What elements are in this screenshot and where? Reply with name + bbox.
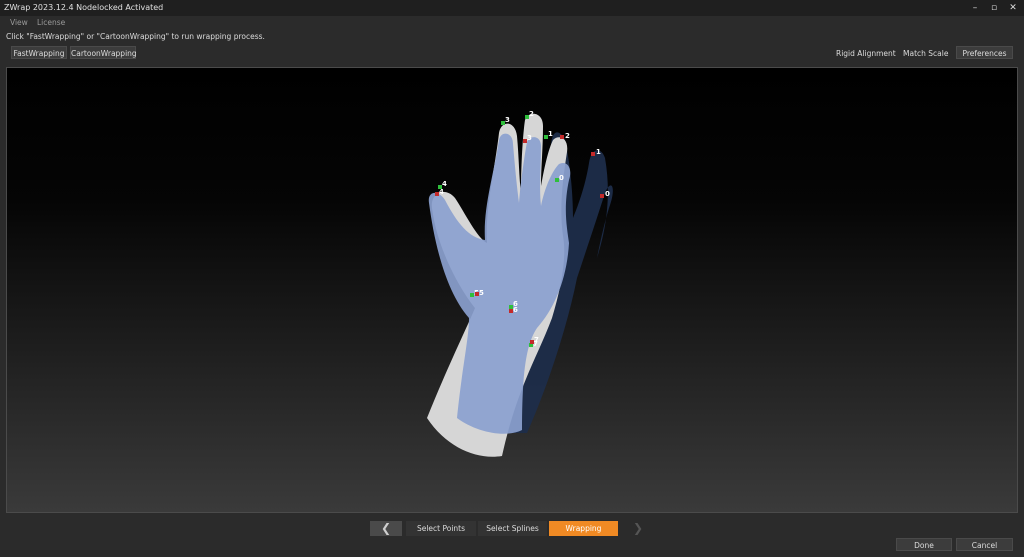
3d-viewport[interactable]: 0 1 2 3 4 5 6 7 0 1 2 3 4 <box>6 67 1018 513</box>
red-point-0[interactable] <box>600 194 604 198</box>
red-point-2-label: 2 <box>565 132 570 140</box>
red-point-5-label: 5 <box>479 289 484 297</box>
green-point-0-label: 0 <box>559 174 564 182</box>
cancel-button[interactable]: Cancel <box>956 538 1013 551</box>
green-landmarks: 0 1 2 3 4 5 6 7 <box>438 110 564 348</box>
green-point-3-label: 3 <box>505 116 510 124</box>
done-button[interactable]: Done <box>896 538 952 551</box>
previous-step-button[interactable]: ❮ <box>370 521 402 536</box>
step-select-splines[interactable]: Select Splines <box>478 521 547 536</box>
red-point-3-label: 3 <box>527 134 532 142</box>
red-point-2[interactable] <box>560 135 564 139</box>
instruction-text: Click "FastWrapping" or "CartoonWrapping… <box>6 32 265 41</box>
red-point-1-label: 1 <box>596 148 601 156</box>
step-wrapping[interactable]: Wrapping <box>549 521 618 536</box>
minimize-button[interactable]: – <box>966 0 984 16</box>
menu-bar: View License <box>0 17 1024 29</box>
menu-view[interactable]: View <box>10 18 28 27</box>
fast-wrapping-button[interactable]: FastWrapping <box>11 46 67 59</box>
red-point-4-label: 4 <box>439 188 444 196</box>
menu-license[interactable]: License <box>37 18 65 27</box>
red-point-1[interactable] <box>591 152 595 156</box>
window-title: ZWrap 2023.12.4 Nodelocked Activated <box>4 3 164 12</box>
red-point-7-label: 7 <box>534 336 539 344</box>
next-step-button[interactable]: ❯ <box>622 521 654 536</box>
green-point-4-label: 4 <box>442 180 447 188</box>
preferences-button[interactable]: Preferences <box>956 46 1013 59</box>
red-point-0-label: 0 <box>605 190 610 198</box>
title-bar: ZWrap 2023.12.4 Nodelocked Activated – ▫… <box>0 0 1024 16</box>
restore-button[interactable]: ▫ <box>985 0 1003 16</box>
cartoon-wrapping-button[interactable]: CartoonWrapping <box>70 46 137 59</box>
step-select-points[interactable]: Select Points <box>406 521 476 536</box>
landmark-markers: 0 1 2 3 4 5 6 7 0 1 2 3 4 <box>435 110 610 348</box>
red-point-6-label: 6 <box>513 306 518 314</box>
green-point-1-label: 1 <box>548 130 553 138</box>
rigid-alignment-button[interactable]: Rigid Alignment <box>836 47 896 60</box>
close-button[interactable]: ✕ <box>1004 0 1022 16</box>
red-landmarks: 0 1 2 3 4 5 6 7 <box>435 132 610 344</box>
green-point-2-label: 2 <box>529 110 534 118</box>
match-scale-button[interactable]: Match Scale <box>903 47 948 60</box>
